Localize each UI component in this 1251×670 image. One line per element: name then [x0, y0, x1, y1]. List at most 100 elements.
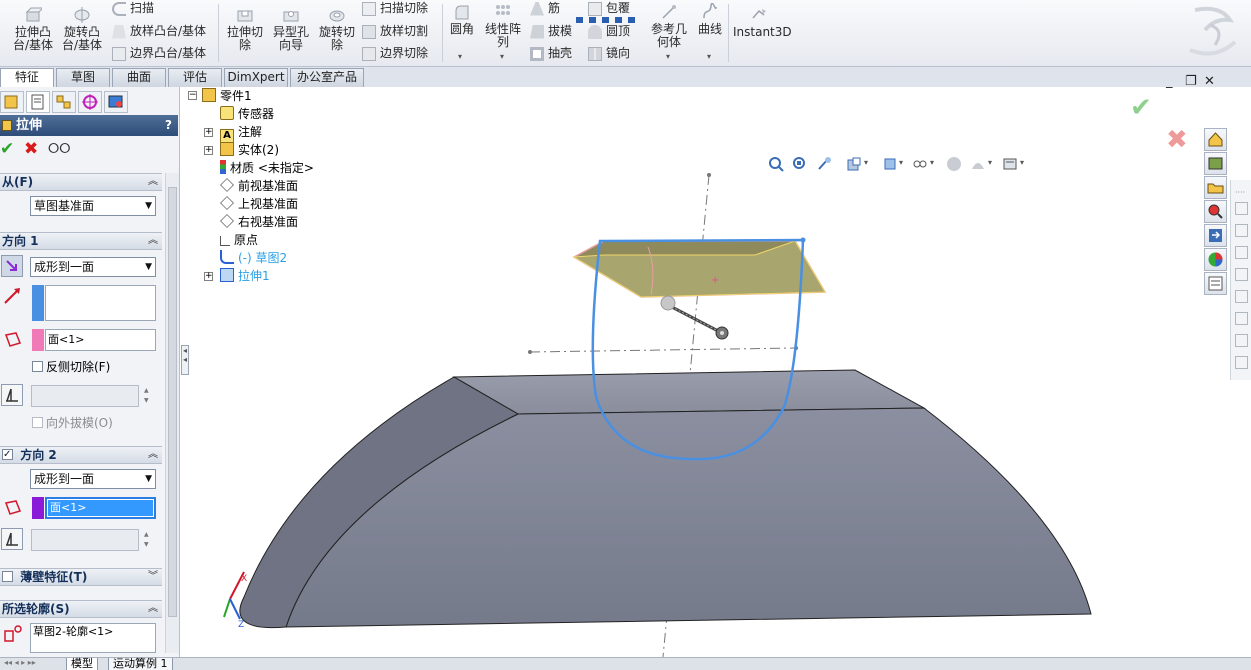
- tree-expand-toggle[interactable]: +: [204, 146, 213, 155]
- checkbox-box[interactable]: [32, 361, 43, 372]
- face1-listbox[interactable]: 面<1>: [45, 329, 156, 351]
- thin-feature-section-header[interactable]: 薄壁特征(T) ︾: [0, 568, 162, 586]
- view-orientation-dropdown[interactable]: ▾: [899, 158, 903, 167]
- draft2-angle-input[interactable]: [31, 529, 139, 551]
- hide-show-icon[interactable]: [946, 156, 962, 172]
- display-style-dropdown[interactable]: ▾: [930, 158, 934, 167]
- scroll-thumb[interactable]: [168, 187, 177, 617]
- confirm-cancel-icon[interactable]: ✖: [1166, 125, 1188, 155]
- tree-node-sensors[interactable]: 传感器: [220, 106, 274, 122]
- fillet-button[interactable]: 圆角: [447, 3, 477, 36]
- toolbar-icon[interactable]: [1235, 356, 1248, 369]
- custom-properties-button[interactable]: [1204, 272, 1227, 295]
- close-icon[interactable]: ✕: [1204, 74, 1215, 89]
- dimxpert-manager-tab[interactable]: [78, 91, 102, 113]
- mirror-button[interactable]: 镜向: [588, 46, 630, 61]
- section-view-icon[interactable]: [846, 156, 862, 172]
- toolbar-icon[interactable]: [1235, 202, 1248, 215]
- property-manager-scrollbar[interactable]: [165, 173, 179, 653]
- design-library-button[interactable]: [1204, 152, 1227, 175]
- graphics-area[interactable]: + X Z − 零件1 传感器 + A 注解 + 实体(2) 材质 <未指定> 前…: [186, 74, 1226, 657]
- tree-node-annotations[interactable]: A 注解: [220, 124, 262, 143]
- curves-button[interactable]: 曲线: [694, 3, 726, 36]
- revolve-cut-button[interactable]: 旋转切 除: [316, 6, 358, 52]
- tab-dimxpert[interactable]: DimXpert: [224, 68, 288, 87]
- spin-down-icon[interactable]: ▼: [144, 541, 149, 549]
- ok-check-icon[interactable]: ✔: [0, 139, 14, 159]
- wrap-button[interactable]: 包覆: [588, 1, 630, 16]
- tab-evaluate[interactable]: 评估: [168, 68, 222, 87]
- cylinder-top-face[interactable]: [452, 369, 926, 415]
- spin-up-icon[interactable]: ▲: [144, 387, 149, 395]
- zoom-to-area-icon[interactable]: [792, 156, 808, 172]
- expand-chevron-icon[interactable]: ︾: [148, 569, 158, 585]
- collapse-chevron-icon[interactable]: ︽: [148, 174, 158, 190]
- shell-button[interactable]: 抽壳: [530, 46, 572, 61]
- toolbar-icon[interactable]: [1235, 334, 1248, 347]
- direction2-checkbox[interactable]: [2, 447, 13, 463]
- draft-button[interactable]: 拔模: [530, 24, 572, 39]
- tree-node-front-plane[interactable]: 前视基准面: [220, 178, 298, 194]
- face2-listbox[interactable]: 面<1>: [45, 497, 156, 519]
- collapse-chevron-icon[interactable]: ︽: [148, 233, 158, 249]
- property-manager-tab[interactable]: [26, 91, 50, 113]
- tab-sketch[interactable]: 草图: [56, 68, 110, 87]
- curves-dropdown[interactable]: ▾: [707, 52, 711, 61]
- tree-node-origin[interactable]: 原点: [220, 232, 258, 248]
- spin-down-icon[interactable]: ▼: [144, 397, 149, 405]
- toolbar-icon[interactable]: [1235, 268, 1248, 281]
- appearance-dropdown[interactable]: ▾: [988, 158, 992, 167]
- from-select[interactable]: 草图基准面 ▼: [30, 196, 156, 216]
- fillet-dropdown[interactable]: ▾: [458, 52, 462, 61]
- toolbar-icon[interactable]: [1235, 224, 1248, 237]
- checkbox-box[interactable]: [32, 417, 43, 428]
- spin-up-icon[interactable]: ▲: [144, 531, 149, 539]
- tree-node-part[interactable]: 零件1: [202, 88, 252, 104]
- instant3d-button[interactable]: Instant3D: [733, 6, 792, 39]
- hole-wizard-button[interactable]: 异型孔 向导: [270, 6, 312, 52]
- model-scene[interactable]: + X Z: [186, 87, 1226, 657]
- zoom-to-fit-icon[interactable]: [768, 156, 784, 172]
- cancel-x-icon[interactable]: ✖: [24, 139, 38, 159]
- collapse-chevron-icon[interactable]: ︽: [148, 447, 158, 463]
- direction1-section-header[interactable]: 方向 1 ︽: [0, 232, 162, 250]
- tree-node-material[interactable]: 材质 <未指定>: [220, 160, 314, 176]
- revolve-boss-button[interactable]: 旋转凸 台/基体: [61, 6, 103, 52]
- section-view-dropdown[interactable]: ▾: [864, 158, 868, 167]
- tree-node-solid-bodies[interactable]: 实体(2): [220, 142, 279, 158]
- file-explorer-button[interactable]: [1204, 176, 1227, 199]
- collapse-chevron-icon[interactable]: ︽: [148, 601, 158, 617]
- view-orientation-icon[interactable]: [882, 156, 898, 172]
- reverse-direction-button[interactable]: [1, 255, 23, 277]
- direction2-section-header[interactable]: 方向 2 ︽: [0, 446, 162, 464]
- scene-dropdown[interactable]: ▾: [1020, 158, 1024, 167]
- from-section-header[interactable]: 从(F) ︽: [0, 173, 162, 191]
- rib-button[interactable]: 筋: [530, 1, 560, 16]
- restore-icon[interactable]: ❐: [1185, 74, 1197, 89]
- tree-node-sketch2[interactable]: (-) 草图2: [220, 250, 287, 266]
- tab-scroll-arrows[interactable]: ◂◂ ◂ ▸ ▸▸: [4, 658, 36, 667]
- selected-contours-listbox[interactable]: 草图2-轮廓<1>: [30, 623, 156, 653]
- draft2-toggle-button[interactable]: [1, 528, 23, 550]
- sweep-button[interactable]: 扫描: [112, 1, 154, 16]
- configuration-manager-tab[interactable]: [52, 91, 76, 113]
- linear-pattern-button[interactable]: 线性阵 列: [482, 3, 524, 49]
- tab-model[interactable]: 模型: [66, 658, 98, 670]
- loft-cut-button[interactable]: 放样切割: [362, 24, 428, 39]
- dome-button[interactable]: 圆顶: [588, 24, 630, 39]
- tab-features[interactable]: 特征: [0, 68, 54, 88]
- edit-appearance-icon[interactable]: [970, 156, 986, 172]
- ref-geometry-dropdown[interactable]: ▾: [666, 52, 670, 61]
- display-style-icon[interactable]: [912, 156, 928, 172]
- tree-collapse-toggle[interactable]: −: [188, 91, 197, 100]
- minimize-button[interactable]: _: [1166, 74, 1173, 89]
- tab-surfaces[interactable]: 曲面: [112, 68, 166, 87]
- apply-scene-icon[interactable]: [1002, 156, 1018, 172]
- boundary-boss-button[interactable]: 边界凸台/基体: [112, 46, 206, 61]
- help-button[interactable]: ?: [165, 115, 172, 136]
- confirm-ok-icon[interactable]: ✔: [1130, 93, 1152, 123]
- toolbar-icon[interactable]: [1235, 246, 1248, 259]
- draft-outward-checkbox[interactable]: 向外拔模(O): [32, 416, 113, 430]
- extrude-cut-button[interactable]: 拉伸切 除: [225, 6, 265, 52]
- tree-node-right-plane[interactable]: 右视基准面: [220, 214, 298, 230]
